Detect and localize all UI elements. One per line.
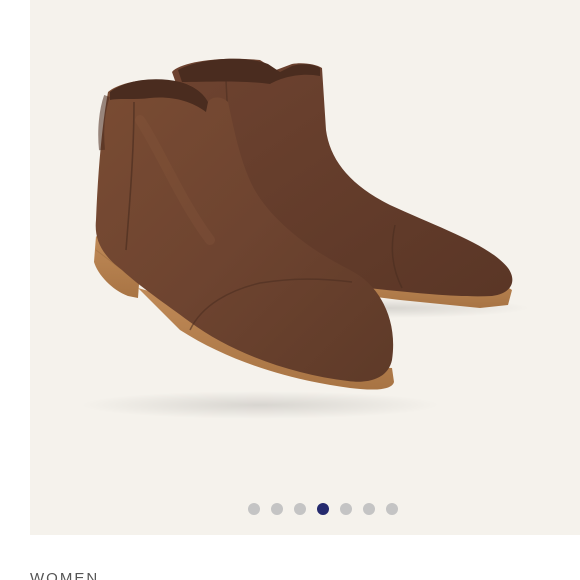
- carousel-dot[interactable]: [363, 503, 375, 515]
- carousel-dot[interactable]: [294, 503, 306, 515]
- carousel-dot[interactable]: [340, 503, 352, 515]
- carousel-dot[interactable]: [248, 503, 260, 515]
- product-photo[interactable]: [30, 0, 580, 535]
- carousel-dot-active[interactable]: [317, 503, 329, 515]
- product-image-gallery[interactable]: [30, 0, 580, 535]
- carousel-dots: [30, 502, 580, 516]
- product-category-label[interactable]: WOMEN: [30, 571, 99, 580]
- product-page: WOMEN: [0, 0, 580, 580]
- carousel-dot[interactable]: [386, 503, 398, 515]
- carousel-dot[interactable]: [271, 503, 283, 515]
